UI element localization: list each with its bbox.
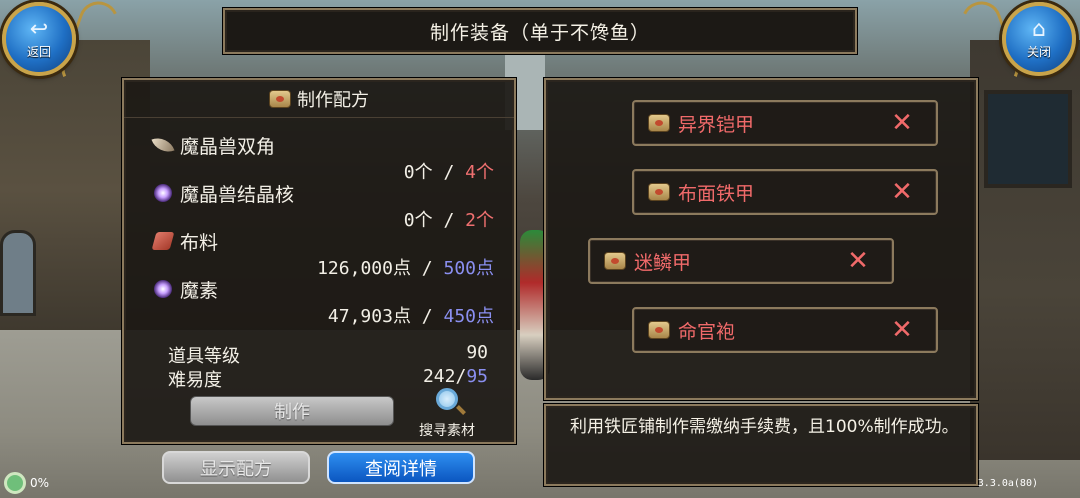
material-count: 47,903点 / 450点 xyxy=(327,306,494,327)
difficulty-label: 难易度 xyxy=(168,370,222,391)
recipe-panel: 制作配方 魔晶兽双角 0个 / 4个 魔晶兽结晶核 0个 / 2个 布料 126… xyxy=(122,78,516,444)
close-x-icon[interactable]: ✕ xyxy=(882,177,922,207)
page-title: 制作装备（单于不馋鱼） xyxy=(429,21,650,44)
equipment-item[interactable]: 异界铠甲 ✕ xyxy=(632,100,938,146)
item-level-row: 道具等级 90 xyxy=(168,342,488,367)
close-button[interactable]: ⌂ 关闭 xyxy=(1002,2,1076,76)
view-detail-button[interactable]: 查阅详情 xyxy=(327,451,475,484)
crystal-orb-icon xyxy=(154,184,172,202)
version-text: 3.3.0a(80) xyxy=(977,478,1038,489)
background-building-right xyxy=(970,40,1080,460)
material-name: 魔晶兽结晶核 xyxy=(180,183,295,206)
title-bar: 制作装备（单于不馋鱼） xyxy=(223,8,857,54)
difficulty-row: 难易度 242/95 xyxy=(168,366,488,391)
material-name: 魔素 xyxy=(180,279,219,302)
back-label: 返回 xyxy=(26,44,51,59)
loading-indicator: 0% xyxy=(4,472,49,494)
equipment-item[interactable]: 命官袍 ✕ xyxy=(632,307,938,353)
show-recipe-label: 显示配方 xyxy=(200,458,272,480)
equipment-list-panel: 异界铠甲 ✕ 布面铁甲 ✕ 迷鳞甲 ✕ 命官袍 ✕ xyxy=(544,78,978,400)
recipe-scroll-icon xyxy=(648,321,670,339)
equipment-item-selected[interactable]: 迷鳞甲 ✕ xyxy=(588,238,894,284)
home-icon: ⌂ xyxy=(1032,16,1046,42)
item-level-value: 90 xyxy=(466,342,488,363)
close-x-icon[interactable]: ✕ xyxy=(882,108,922,138)
material-name: 布料 xyxy=(180,231,219,254)
show-recipe-button[interactable]: 显示配方 xyxy=(162,451,310,484)
cloth-icon xyxy=(151,232,175,250)
difficulty-value: 242/95 xyxy=(422,366,488,387)
material-name: 魔晶兽双角 xyxy=(180,135,276,158)
equipment-item[interactable]: 布面铁甲 ✕ xyxy=(632,169,938,215)
equipment-name: 布面铁甲 xyxy=(678,182,755,205)
equipment-name: 异界铠甲 xyxy=(678,113,755,136)
equipment-name: 迷鳞甲 xyxy=(634,251,692,274)
search-materials-label: 搜寻素材 xyxy=(419,423,475,439)
back-button[interactable]: ↩ 返回 xyxy=(2,2,76,76)
item-level-label: 道具等级 xyxy=(168,346,240,367)
material-item: 魔晶兽结晶核 0个 / 2个 xyxy=(154,180,494,232)
recipe-title: 制作配方 xyxy=(297,89,369,111)
horn-icon xyxy=(151,133,175,157)
description-panel: 利用铁匠铺制作需缴纳手续费，且100%制作成功。 xyxy=(544,404,978,486)
close-x-icon[interactable]: ✕ xyxy=(838,246,878,276)
material-item: 魔素 47,903点 / 450点 xyxy=(154,276,494,328)
magnifier-icon xyxy=(436,388,458,410)
mana-orb-icon xyxy=(154,280,172,298)
close-label: 关闭 xyxy=(1026,44,1051,59)
view-detail-label: 查阅详情 xyxy=(365,458,437,480)
recipe-scroll-icon xyxy=(604,252,626,270)
recipe-scroll-icon xyxy=(648,183,670,201)
recipe-scroll-icon xyxy=(269,89,291,108)
material-item: 魔晶兽双角 0个 / 4个 xyxy=(151,132,494,184)
back-arrow-icon: ↩ xyxy=(29,16,49,42)
description-text: 利用铁匠铺制作需缴纳手续费，且100%制作成功。 xyxy=(570,417,959,437)
close-x-icon[interactable]: ✕ xyxy=(882,315,922,345)
recipe-header: 制作配方 xyxy=(124,80,514,118)
craft-label: 制作 xyxy=(274,402,310,423)
equipment-name: 命官袍 xyxy=(678,320,736,343)
progress-text: 0% xyxy=(30,476,50,490)
recipe-scroll-icon xyxy=(648,114,670,132)
craft-button[interactable]: 制作 xyxy=(190,396,394,426)
search-materials-button[interactable]: 搜寻素材 xyxy=(412,388,482,442)
material-item: 布料 126,000点 / 500点 xyxy=(151,228,494,280)
loading-icon xyxy=(4,472,26,494)
